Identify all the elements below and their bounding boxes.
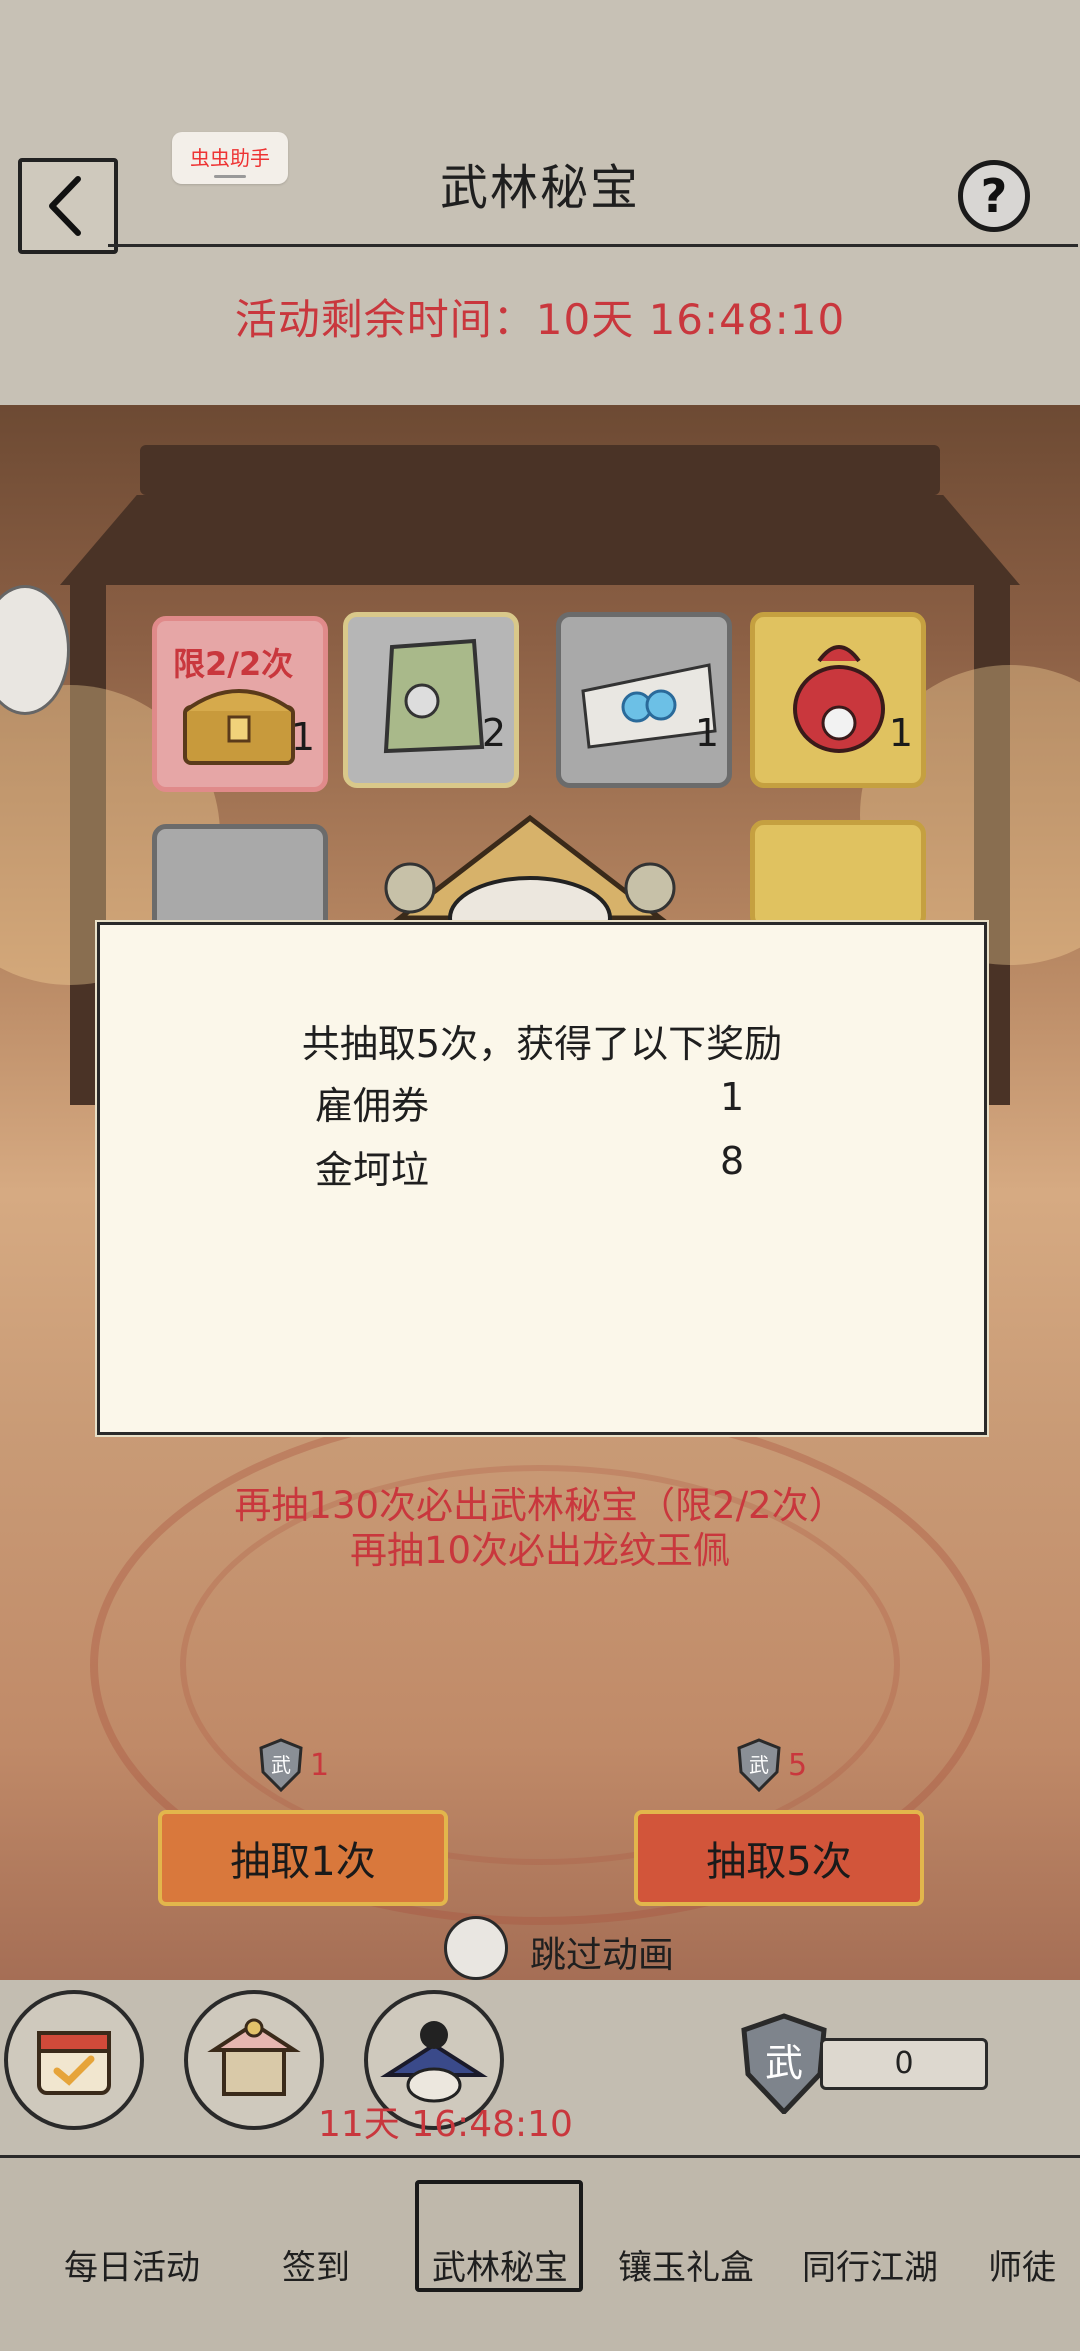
prize-tile-treasure-chest: 限2/2次 1 bbox=[152, 616, 328, 792]
daily-activity-shortcut[interactable] bbox=[4, 1990, 144, 2130]
prize-count: 1 bbox=[694, 711, 719, 755]
prize-count: 1 bbox=[888, 711, 913, 755]
prize-tile-hire-ticket bbox=[750, 820, 926, 930]
active-tab-indicator bbox=[415, 2180, 583, 2292]
reward-name: 雇佣券 bbox=[315, 1084, 430, 1128]
shop-shortcut[interactable] bbox=[184, 1990, 324, 2130]
svg-text:武: 武 bbox=[749, 1753, 769, 1777]
prize-tile-money-bag: 1 bbox=[750, 612, 926, 788]
single-draw-cost: 武 1 bbox=[258, 1738, 329, 1792]
calendar-icon bbox=[37, 2031, 111, 2095]
draw-once-button[interactable]: 抽取1次 bbox=[158, 1810, 448, 1906]
roof-eave bbox=[60, 495, 1020, 585]
tab-daily-activity[interactable]: 每日活动 bbox=[64, 2240, 200, 2289]
roof-top bbox=[140, 445, 940, 495]
draw-five-label: 抽取5次 bbox=[706, 1839, 852, 1885]
fertilizer-bag-icon bbox=[383, 638, 485, 754]
svg-text:武: 武 bbox=[271, 1753, 291, 1777]
prize-tile-pendant bbox=[152, 824, 328, 934]
wu-currency-icon: 武 bbox=[741, 2013, 827, 2114]
pity-text-pendant: 再抽10次必出龙纹玉佩 bbox=[349, 1529, 731, 1572]
svg-text:武: 武 bbox=[765, 2041, 803, 2085]
shop-stall-icon bbox=[207, 2018, 301, 2096]
wu-shield-icon: 武 bbox=[737, 1738, 781, 1792]
draw-five-button[interactable]: 抽取5次 bbox=[634, 1810, 924, 1906]
shortcut-timer: 11天 16:48:10 bbox=[318, 2104, 573, 2145]
tab-travel-jianghu[interactable]: 同行江湖 bbox=[802, 2240, 938, 2289]
help-button[interactable]: ? bbox=[958, 160, 1030, 232]
multi-draw-cost: 武 5 bbox=[736, 1738, 807, 1792]
page-title: 武林秘宝 bbox=[439, 160, 640, 216]
activity-countdown: 活动剩余时间：10天 16:48:10 bbox=[234, 295, 846, 344]
tab-mentorship[interactable]: 师徒 bbox=[988, 2240, 1056, 2289]
reward-dialog-title: 共抽取5次，获得了以下奖励 bbox=[301, 1022, 783, 1066]
prize-count: 2 bbox=[481, 711, 506, 755]
cost-value: 1 bbox=[310, 1747, 330, 1783]
reward-name: 金坷垃 bbox=[315, 1148, 430, 1192]
reward-dialog: 共抽取5次，获得了以下奖励 雇佣券 1 金坷垃 8 bbox=[97, 922, 987, 1435]
reward-qty: 8 bbox=[720, 1139, 745, 1183]
treasure-chest-icon bbox=[183, 689, 295, 765]
cost-value: 5 bbox=[788, 1747, 808, 1783]
reward-qty: 1 bbox=[720, 1075, 745, 1119]
draw-once-label: 抽取1次 bbox=[230, 1839, 376, 1885]
prize-tile-fertilizer: 2 bbox=[343, 612, 519, 788]
tab-jade-giftbox[interactable]: 镶玉礼盒 bbox=[618, 2240, 754, 2289]
skip-animation-label: 跳过动画 bbox=[530, 1935, 675, 1976]
tab-sign-in[interactable]: 签到 bbox=[282, 2240, 350, 2289]
prize-count: 1 bbox=[290, 715, 315, 759]
skip-animation-toggle[interactable] bbox=[444, 1916, 508, 1980]
wu-shield-icon: 武 bbox=[259, 1738, 303, 1792]
currency-amount: 0 bbox=[820, 2038, 988, 2090]
header-divider bbox=[108, 244, 1078, 247]
prize-tile-beads: 1 bbox=[556, 612, 732, 788]
mascot-character bbox=[384, 814, 676, 928]
money-bag-icon bbox=[793, 645, 885, 753]
